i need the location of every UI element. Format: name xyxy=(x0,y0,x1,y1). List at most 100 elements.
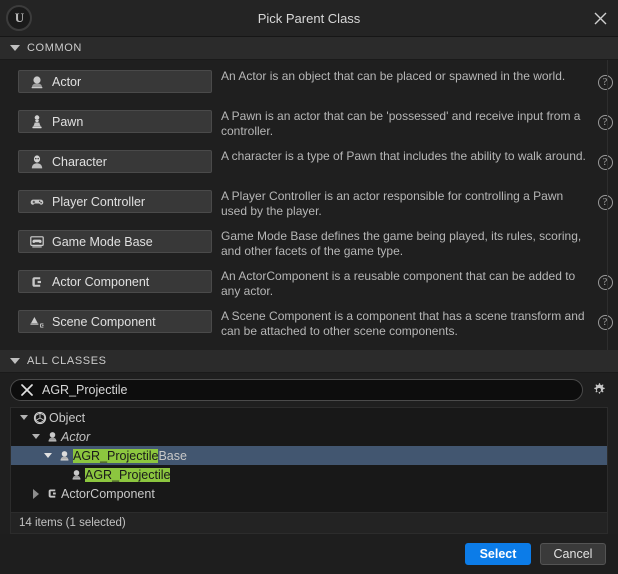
help-icon: ? xyxy=(597,155,613,170)
class-button-actor-component-label: Actor Component xyxy=(52,274,150,289)
tree-row-label: Object xyxy=(49,410,86,425)
actor-icon xyxy=(43,430,61,443)
search-row: AGR_Projectile xyxy=(0,373,618,407)
common-classes-list: Actor An Actor is an object that can be … xyxy=(0,60,618,350)
tree-row[interactable]: Object xyxy=(11,408,607,427)
tree-row[interactable]: Actor xyxy=(11,427,607,446)
actor-icon xyxy=(55,449,73,462)
scene-component-icon xyxy=(30,316,44,328)
unreal-engine-logo: U xyxy=(6,5,32,31)
class-button-actor-label: Actor xyxy=(52,74,82,89)
common-class-row: Character A character is a type of Pawn … xyxy=(0,146,618,186)
vertical-divider xyxy=(607,60,608,350)
class-button-character-label: Character xyxy=(52,154,107,169)
dialog-footer: Select Cancel xyxy=(0,534,618,574)
expander-toggle[interactable] xyxy=(29,434,43,439)
game-mode-base-icon xyxy=(30,235,44,247)
pawn-icon xyxy=(32,114,42,128)
gear-icon-glyph xyxy=(594,383,605,394)
actor-icon-glyph xyxy=(59,451,69,461)
search-input[interactable]: AGR_Projectile xyxy=(10,379,583,401)
page-title: Pick Parent Class xyxy=(257,10,361,26)
clear-x-icon[interactable] xyxy=(21,384,33,396)
object-icon xyxy=(31,411,49,425)
all-classes-panel: AGR_Projectile Object Actor AGR_Projecti… xyxy=(0,373,618,534)
actor-icon-glyph xyxy=(47,432,57,442)
actor-icon-glyph xyxy=(71,470,81,480)
class-button-pawn-label: Pawn xyxy=(52,114,84,129)
search-input-value: AGR_Projectile xyxy=(42,383,128,397)
unreal-engine-logo-glyph: U xyxy=(14,10,24,25)
common-class-row: Scene Component A Scene Component is a c… xyxy=(0,306,618,346)
class-button-character[interactable]: Character xyxy=(18,150,212,173)
class-button-player-controller-label: Player Controller xyxy=(52,194,146,209)
close-icon-glyph xyxy=(594,12,606,24)
chevron-down-icon xyxy=(10,358,20,364)
class-description-actor-component: An ActorComponent is a reusable componen… xyxy=(221,269,576,298)
tree-row-label: ActorComponent xyxy=(61,486,155,501)
expander-toggle[interactable] xyxy=(29,488,43,499)
class-description-scene-component: A Scene Component is a component that ha… xyxy=(221,309,585,338)
actor-icon xyxy=(31,75,43,88)
class-button-scene-component-label: Scene Component xyxy=(52,314,156,329)
actor-component-icon xyxy=(32,276,41,287)
tree-row-selected[interactable]: AGR_ProjectileBase xyxy=(11,446,607,465)
class-button-actor[interactable]: Actor xyxy=(18,70,212,93)
select-button[interactable]: Select xyxy=(465,543,531,565)
gear-icon[interactable] xyxy=(588,382,610,398)
help-icon: ? xyxy=(597,195,613,210)
section-header-all-classes-label: ALL CLASSES xyxy=(27,355,107,367)
help-button-actor-component[interactable]: ? xyxy=(592,266,618,290)
chevron-down-icon xyxy=(10,45,20,51)
class-description-character: A character is a type of Pawn that inclu… xyxy=(221,149,586,163)
common-class-row: Game Mode Base Game Mode Base defines th… xyxy=(0,226,618,266)
class-tree[interactable]: Object Actor AGR_ProjectileBase AGR_Proj… xyxy=(10,407,608,512)
help-icon: ? xyxy=(597,275,613,290)
cancel-button[interactable]: Cancel xyxy=(540,543,606,565)
help-icon: ? xyxy=(597,115,613,130)
section-header-common-label: COMMON xyxy=(27,42,82,54)
actor-component-icon xyxy=(43,487,61,500)
tree-row-label: AGR_ProjectileBase xyxy=(73,448,187,463)
class-button-scene-component[interactable]: Scene Component xyxy=(18,310,212,333)
expander-toggle[interactable] xyxy=(17,415,31,420)
common-class-row: Actor An Actor is an object that can be … xyxy=(0,66,618,106)
class-description-pawn: A Pawn is an actor that can be 'possesse… xyxy=(221,109,581,138)
title-bar: U Pick Parent Class xyxy=(0,0,618,37)
chevron-down-icon xyxy=(20,415,28,420)
help-button-character[interactable]: ? xyxy=(592,146,618,170)
class-button-pawn[interactable]: Pawn xyxy=(18,110,212,133)
help-button-scene-component[interactable]: ? xyxy=(592,306,618,330)
actor-icon xyxy=(67,468,85,481)
help-button-actor[interactable]: ? xyxy=(592,66,618,90)
tree-row[interactable]: AGR_Projectile xyxy=(11,465,607,484)
tree-row-label: Actor xyxy=(61,429,91,444)
section-header-common[interactable]: COMMON xyxy=(0,37,618,60)
help-button-player-controller[interactable]: ? xyxy=(592,186,618,210)
tree-row-label: AGR_Projectile xyxy=(85,467,171,482)
help-button-pawn[interactable]: ? xyxy=(592,106,618,130)
class-button-player-controller[interactable]: Player Controller xyxy=(18,190,212,213)
class-button-game-mode-base[interactable]: Game Mode Base xyxy=(18,230,212,253)
chevron-right-icon xyxy=(33,488,39,499)
close-icon[interactable] xyxy=(590,8,610,28)
help-button-game-mode-base: ? xyxy=(592,226,618,235)
class-description-game-mode-base: Game Mode Base defines the game being pl… xyxy=(221,229,582,258)
class-description-player-controller: A Player Controller is an actor responsi… xyxy=(221,189,564,218)
search-match-highlight: AGR_Projectile xyxy=(85,467,171,482)
class-button-game-mode-base-label: Game Mode Base xyxy=(52,234,153,249)
tree-row[interactable]: ActorComponent xyxy=(11,484,607,503)
character-icon xyxy=(31,154,43,168)
expander-toggle[interactable] xyxy=(41,453,55,458)
common-class-row: Pawn A Pawn is an actor that can be 'pos… xyxy=(0,106,618,146)
help-icon: ? xyxy=(597,315,613,330)
pick-parent-class-dialog: U Pick Parent Class COMMON Actor An Acto… xyxy=(0,0,618,574)
section-header-all-classes[interactable]: ALL CLASSES xyxy=(0,350,618,373)
class-button-actor-component[interactable]: Actor Component xyxy=(18,270,212,293)
object-icon-glyph xyxy=(33,411,47,424)
search-match-highlight: AGR_Projectile xyxy=(73,448,159,463)
common-class-row: Actor Component An ActorComponent is a r… xyxy=(0,266,618,306)
status-bar: 14 items (1 selected) xyxy=(10,512,608,534)
actor-component-icon-glyph xyxy=(48,489,56,498)
chevron-down-icon xyxy=(44,453,52,458)
